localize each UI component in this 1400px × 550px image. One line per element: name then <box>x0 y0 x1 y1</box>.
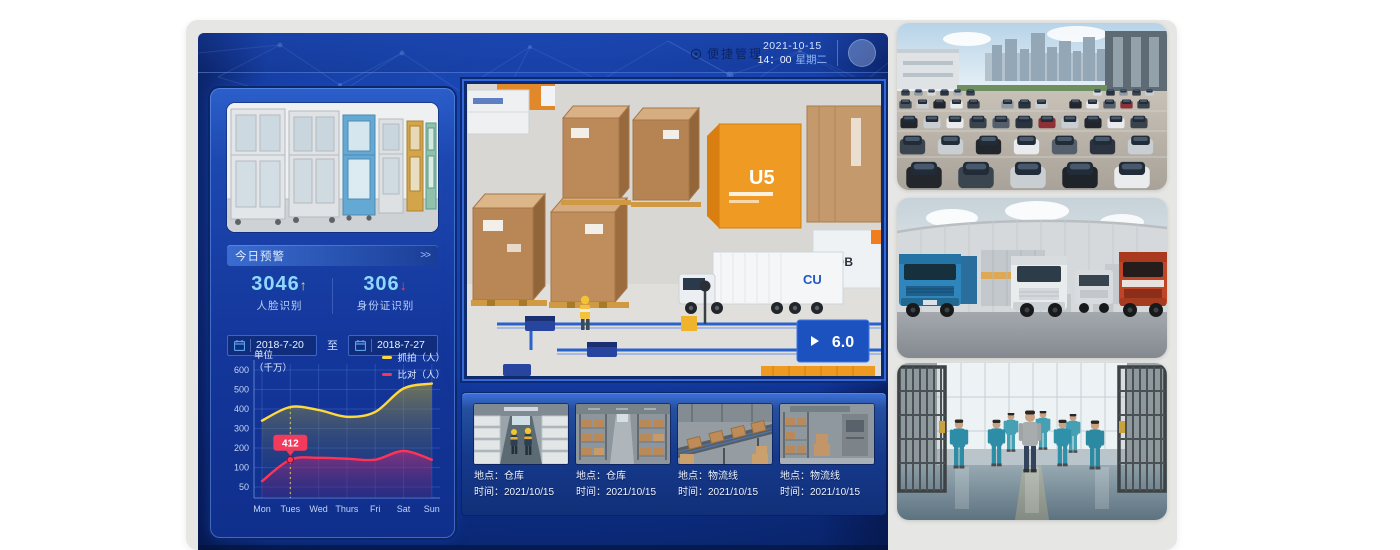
camera-feed-item[interactable]: 地点：仓库 时间：2021/10/15 <box>474 404 568 505</box>
camera-feed-item[interactable]: 地点：物流线 时间：2021/10/15 <box>678 404 772 505</box>
svg-text:200: 200 <box>234 443 249 453</box>
calendar-icon <box>234 340 245 351</box>
datetime: 2021-10-15 14：00 星期二 <box>758 39 827 67</box>
feed-time: 时间：2021/10/15 <box>678 485 772 501</box>
svg-text:Wed: Wed <box>309 504 327 514</box>
legend-swatch <box>382 373 392 376</box>
workers-photo <box>897 363 1167 520</box>
chart-y-axis-unit: 单位 （千万） <box>254 350 292 376</box>
svg-text:100: 100 <box>234 463 249 473</box>
feed-time: 时间：2021/10/15 <box>474 485 568 501</box>
svg-text:U5: U5 <box>749 167 775 189</box>
svg-text:Mon: Mon <box>253 504 271 514</box>
alert-panel: 今日预警 >> 3046↑ 人脸识别 306↓ 身份证识别 <box>210 88 455 538</box>
locker-cabinets-image <box>227 103 438 232</box>
sign-610: 6.0 <box>797 320 869 362</box>
thumbnail-image <box>576 404 670 464</box>
stat-value: 3046 <box>251 273 300 295</box>
app-title-group: 便捷管理 <box>690 45 763 62</box>
svg-text:Sat: Sat <box>397 504 411 514</box>
feed-location: 地点：物流线 <box>780 469 874 485</box>
legend-swatch <box>382 356 392 359</box>
feed-location: 地点：物流线 <box>678 469 772 485</box>
gate-right <box>1119 367 1165 491</box>
stat-id-recognition: 306↓ 身份证识别 <box>333 274 438 326</box>
svg-text:Thurs: Thurs <box>335 504 359 514</box>
trend-down-icon: ↓ <box>400 277 408 293</box>
svg-text:50: 50 <box>239 482 249 492</box>
camera-feed-panel: 地点：仓库 时间：2021/10/15 <box>462 393 886 515</box>
parking-lot-photo <box>897 23 1167 190</box>
feed-time: 时间：2021/10/15 <box>780 485 874 501</box>
camera-feed-item[interactable]: 地点：仓库 时间：2021/10/15 <box>576 404 670 505</box>
alert-title: 今日预警 <box>235 248 285 264</box>
camera-feed-item[interactable]: 地点：物流线 时间：2021/10/15 <box>780 404 874 505</box>
feed-location: 地点：仓库 <box>576 469 670 485</box>
legend-label: 抓拍（人） <box>397 350 445 364</box>
date-text: 2021-10-15 <box>763 39 822 53</box>
svg-text:300: 300 <box>234 424 249 434</box>
feed-location: 地点：仓库 <box>474 469 568 485</box>
svg-text:CU: CU <box>803 272 822 287</box>
header-divider <box>837 40 838 66</box>
thumbnail-image <box>780 404 874 464</box>
svg-text:Tues: Tues <box>280 504 300 514</box>
legend-label: 比对（人） <box>397 367 445 381</box>
svg-text:Fri: Fri <box>370 504 381 514</box>
stat-value: 306 <box>363 273 399 295</box>
svg-text:412: 412 <box>282 439 299 450</box>
alert-section-header: 今日预警 >> <box>227 245 438 266</box>
svg-text:Sun: Sun <box>424 504 440 514</box>
main-warehouse-image: U5 OB <box>462 79 886 381</box>
weekday-text: 星期二 <box>796 54 828 66</box>
stat-label: 人脸识别 <box>257 298 303 313</box>
svg-text:500: 500 <box>234 385 249 395</box>
trucks-photo <box>897 198 1167 358</box>
svg-text:600: 600 <box>234 365 249 375</box>
gate-left <box>899 367 945 491</box>
chart-legend: 抓拍（人） 比对（人） <box>382 350 445 384</box>
feed-time: 时间：2021/10/15 <box>576 485 670 501</box>
calendar-icon <box>355 340 366 351</box>
time-row: 14：00 星期二 <box>758 53 827 67</box>
thumbnail-image <box>474 404 568 464</box>
app-logo-icon <box>690 48 702 60</box>
trend-up-icon: ↑ <box>300 277 308 293</box>
legend-item-compare[interactable]: 比对（人） <box>382 367 445 381</box>
app-title: 便捷管理 <box>707 45 763 62</box>
header-bar: 便捷管理 2021-10-15 14：00 星期二 <box>198 33 888 73</box>
alert-more-button[interactable]: >> <box>420 250 430 261</box>
svg-text:400: 400 <box>234 404 249 414</box>
user-avatar[interactable] <box>848 39 876 67</box>
screen: 便捷管理 2021-10-15 14：00 星期二 <box>0 0 1400 550</box>
dashboard: 便捷管理 2021-10-15 14：00 星期二 <box>198 33 888 550</box>
thumbnail-image <box>678 404 772 464</box>
alert-stats: 3046↑ 人脸识别 306↓ 身份证识别 <box>227 274 438 326</box>
stat-label: 身份证识别 <box>357 298 415 313</box>
svg-text:6.0: 6.0 <box>832 334 854 351</box>
time-text: 14：00 <box>758 54 792 66</box>
legend-item-capture[interactable]: 抓拍（人） <box>382 350 445 364</box>
trend-chart-container: 单位 （千万） 抓拍（人） 比对（人） <box>218 350 447 532</box>
stat-face-recognition: 3046↑ 人脸识别 <box>227 274 332 326</box>
